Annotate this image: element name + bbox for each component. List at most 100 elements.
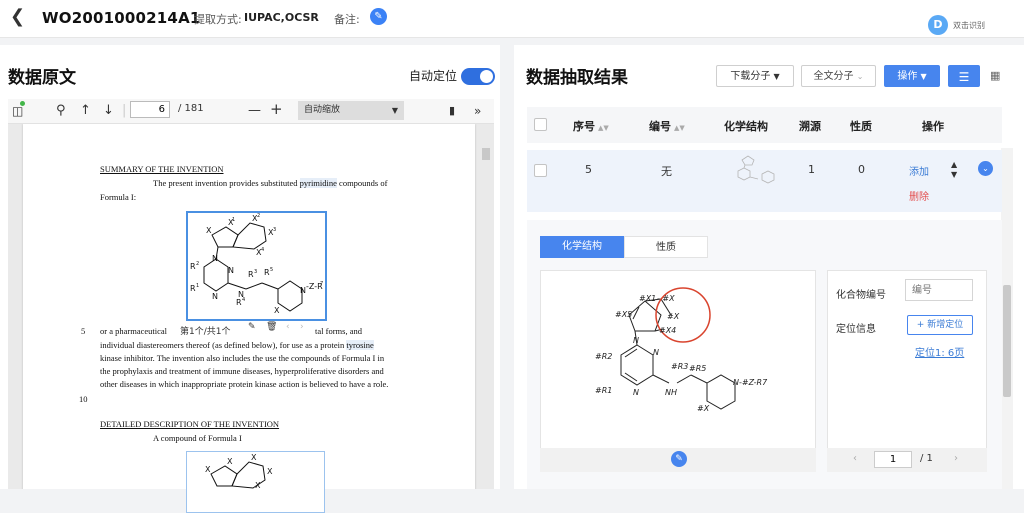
page-total: / 181 <box>178 103 204 114</box>
extract-method-label: 提取方式: <box>194 13 242 26</box>
row-add-link[interactable]: 添加 <box>909 163 929 178</box>
formula-region[interactable]: XXXXX <box>186 451 325 513</box>
select-all-checkbox[interactable] <box>534 118 547 131</box>
note-edit-icon[interactable]: ✎ <box>370 8 387 25</box>
pdf-toolbar: ◫ ⚲ ↑ ↓ | / 181 — + 自动缩放▼ ▮ » <box>8 99 494 124</box>
formula-region-selected[interactable]: XX1 X2 X3 X4 N R2 NR1 NNR4 R3 R5 N -Z-R 7 … <box>186 211 327 321</box>
svg-text:2: 2 <box>257 213 260 219</box>
delete-icon[interactable]: 🗑 <box>266 322 277 332</box>
sort-icon: ▲▼ <box>598 124 609 132</box>
edit-icon[interactable]: ✎ <box>248 322 256 332</box>
svg-text:- #X: - #X <box>657 294 675 303</box>
download-molecules-button[interactable]: 下载分子 ▼ <box>716 65 794 87</box>
row-delete-link[interactable]: 删除 <box>909 188 929 203</box>
tab-chemical-structure[interactable]: 化学结构 <box>540 236 624 258</box>
extract-method-value: IUPAC,OCSR <box>244 11 319 24</box>
text-span: individual diastereomers thereof (as def… <box>100 340 345 350</box>
toolbar-divider: | <box>122 103 127 118</box>
svg-text:7: 7 <box>320 281 323 287</box>
formula-structure-partial: XX XXX <box>205 453 273 490</box>
formula-structure: XX1 X2 X3 X4 N R2 NR 1 N NR 4 R3 R5 N -Z-R7 … <box>190 213 323 315</box>
svg-text:#X1: #X1 <box>639 294 656 303</box>
hit-prev-icon[interactable]: ‹ <box>286 322 290 332</box>
row-number: 无 <box>661 165 672 178</box>
row-checkbox[interactable] <box>534 164 547 177</box>
highlighted-term: tyrosine <box>346 340 374 350</box>
page-text-line: Formula I: <box>100 192 137 202</box>
table-header: 序号 ▲▼ 编号 ▲▼ 化学结构 溯源 性质 操作 <box>527 107 1002 143</box>
column-header: 性质 <box>850 120 872 133</box>
pager-prev-icon[interactable]: ‹ <box>853 453 857 464</box>
pager-next-icon[interactable]: › <box>954 453 958 464</box>
next-page-icon[interactable]: ↓ <box>103 101 114 121</box>
column-header: 操作 <box>922 120 944 133</box>
pager-input[interactable] <box>874 451 912 468</box>
action-menu-button[interactable]: 操作 ▼ <box>884 65 940 87</box>
button-label: 全文分子 <box>813 71 854 82</box>
section-heading: DETAILED DESCRIPTION OF THE INVENTION <box>100 419 280 429</box>
column-header[interactable]: 编号 ▲▼ <box>649 118 685 134</box>
search-icon[interactable]: ⚲ <box>56 101 66 121</box>
auto-locate-label: 自动定位 <box>409 69 458 83</box>
note-label: 备注: <box>334 13 360 26</box>
edit-structure-icon[interactable]: ✎ <box>671 451 687 467</box>
svg-text:#X5: #X5 <box>615 310 632 319</box>
chevron-down-icon: ⌄ <box>856 72 864 81</box>
section-heading: SUMMARY OF THE INVENTION <box>100 164 224 174</box>
table-row[interactable]: 5 无 1 0 <box>527 150 1002 212</box>
add-location-button[interactable]: + 新增定位 <box>907 315 973 335</box>
row-index: 5 <box>585 163 592 176</box>
list-view-button[interactable]: ☰ <box>948 65 980 87</box>
svg-text:N: N <box>633 336 639 345</box>
svg-text:#R2: #R2 <box>595 352 612 361</box>
svg-text:X: X <box>251 453 257 462</box>
zoom-in-icon[interactable]: + <box>270 99 283 119</box>
column-header: 溯源 <box>799 120 821 133</box>
row-expand-icon[interactable]: ⌄ <box>978 161 993 176</box>
row-reorder-icon[interactable]: ▲ ▼ <box>951 160 957 180</box>
caret-down-icon: ▼ <box>920 72 927 81</box>
page-text-line: other diseases in which inappropriate pr… <box>100 379 389 389</box>
page-text-line: A compound of Formula I <box>153 433 242 443</box>
page-text-line: kinase inhibitor. The invention also inc… <box>100 353 385 363</box>
column-header-label: 编号 <box>649 120 671 133</box>
text-span: The present invention provides substitut… <box>153 178 298 188</box>
svg-text:X: X <box>274 306 280 315</box>
tab-properties[interactable]: 性质 <box>624 236 708 258</box>
svg-text:5: 5 <box>270 267 273 273</box>
list-icon: ☰ <box>958 70 970 84</box>
results-scrollbar[interactable] <box>1003 285 1011 397</box>
hit-next-icon[interactable]: › <box>300 322 304 332</box>
zoom-out-icon[interactable]: — <box>248 101 261 121</box>
row-structure-thumbnail[interactable] <box>732 152 778 186</box>
recognized-structure[interactable]: #X5 #X1- #X #X #X4 N #R2 #R1 N N NH #R3 … <box>541 271 817 449</box>
fulltext-molecules-select[interactable]: 全文分子 ⌄ <box>801 65 876 87</box>
button-label: 下载分子 <box>730 71 771 82</box>
page-text-line: the prophylaxis and treatment of immune … <box>100 366 384 376</box>
compound-number-input[interactable] <box>905 279 973 301</box>
page-text-line: The present invention provides substitut… <box>153 178 387 188</box>
svg-text:#X: #X <box>697 404 710 413</box>
sidebar-status-dot <box>20 101 25 106</box>
zoom-select-value: 自动缩放 <box>304 105 341 115</box>
zoom-select[interactable]: 自动缩放 ▼ <box>298 101 404 120</box>
page-text-line: individual diastereomers thereof (as def… <box>100 340 374 350</box>
auto-locate-toggle[interactable] <box>461 68 495 85</box>
svg-text:N: N <box>212 292 218 301</box>
svg-text:2: 2 <box>196 261 199 267</box>
prev-page-icon[interactable]: ↑ <box>80 101 91 121</box>
column-header-label: 序号 <box>573 120 595 133</box>
svg-text:#R3: #R3 <box>671 362 688 371</box>
bookmark-icon[interactable]: ▮ <box>449 101 455 121</box>
location-link[interactable]: 定位1: 6页 <box>915 344 964 359</box>
page-number-input[interactable] <box>130 101 170 118</box>
svg-text:#X: #X <box>667 312 680 321</box>
column-header[interactable]: 序号 ▲▼ <box>573 118 609 134</box>
pdf-scrollbar[interactable] <box>482 148 490 160</box>
structure-card: #X5 #X1- #X #X #X4 N #R2 #R1 N N NH #R3 … <box>540 270 816 472</box>
results-panel-title: 数据抽取结果 <box>526 68 628 88</box>
more-tools-icon[interactable]: » <box>474 101 481 121</box>
svg-text:X: X <box>227 457 233 466</box>
back-icon[interactable]: ❮ <box>10 6 25 27</box>
grid-view-icon[interactable]: ▦ <box>990 69 1000 82</box>
